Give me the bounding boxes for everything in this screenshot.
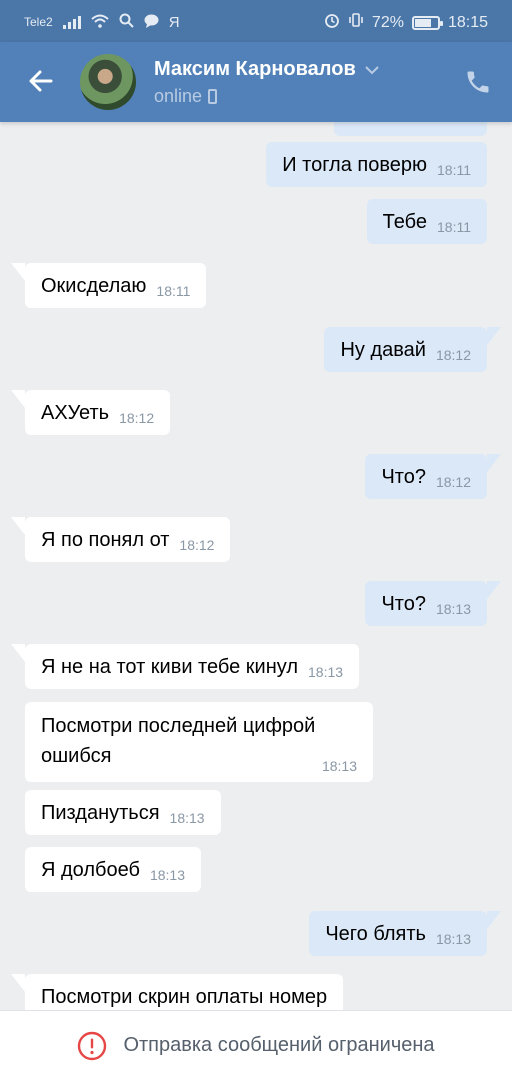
message-text: Я не на тот киви тебе кинул [41,656,299,678]
message-outgoing[interactable]: Чего блять 18:13 [309,911,501,956]
message-outgoing[interactable]: Что? 18:13 [365,581,501,626]
chat-header: Максим Карновалов online [0,42,512,122]
bubble-tail [11,263,25,281]
message-bubble: Я долбоеб 18:13 [25,847,202,892]
message-bubble: АХУеть 18:12 [11,390,171,435]
message-text: Ну давай [340,339,426,361]
back-arrow-icon[interactable] [24,64,58,98]
message-time: 18:13 [435,601,471,617]
battery-icon [411,15,443,30]
bubble-tail [11,390,25,408]
message-time: 18:13 [321,758,357,774]
status-bar: Tele2 Я 72% 18:15 [0,0,512,42]
message-outgoing[interactable]: Что? 18:12 [365,454,501,499]
phone-call-icon[interactable] [464,68,492,96]
yandex-label: Я [168,13,180,31]
battery-percent: 72% [371,13,404,31]
message-incoming[interactable]: Пиздануться 18:13 [25,790,221,835]
message-outgoing[interactable]: Тебе 18:11 [366,199,487,244]
message-bubble [334,122,487,136]
message-time: 18:12 [435,474,471,490]
avatar[interactable] [80,54,136,110]
chevron-down-icon [365,65,379,74]
bubble-tail [487,327,501,345]
message-incoming[interactable]: Посмотри последней цифрой ошибся 18:13 [25,702,373,782]
message-bubble: Посмотри последней цифрой ошибся 18:13 [25,702,373,782]
alert-circle-icon [78,1031,107,1060]
message-list[interactable]: И тогла поверю 18:11 Тебе 18:11 Окисделаю 1… [0,122,512,1010]
message-time: 18:13 [169,810,205,826]
bubble-tail [11,974,25,992]
contact-name-row[interactable]: Максим Карновалов [154,58,380,81]
bubble-tail [11,517,25,535]
message-text: Что? [381,466,426,488]
bubble-tail [11,644,25,662]
message-text: Посмотри скрин оплаты номер [41,986,328,1008]
wifi-icon [91,14,109,31]
mobile-device-icon [208,89,218,104]
message-incoming[interactable]: Окисделаю 18:11 [11,263,207,308]
message-bubble: Тебе 18:11 [366,199,487,244]
message-bubble: Я по понял от 18:12 [11,517,231,562]
status-left: Tele2 Я [24,13,180,31]
message-bubble: Посмотри скрин оплаты номер [11,974,344,1010]
vibrate-icon [348,12,364,33]
message-bubble: Пиздануться 18:13 [25,790,221,835]
status-right: 72% 18:15 [324,12,488,33]
message-time: 18:13 [435,931,471,947]
bubble-tail [487,581,501,599]
search-icon [119,13,134,31]
chat-bubble-icon [144,14,159,31]
message-text: Чего блять [325,923,426,945]
message-text: Тебе [382,211,427,233]
message-bubble: Окисделаю 18:11 [11,263,207,308]
message-text: Что? [381,593,426,615]
message-time: 18:13 [149,867,186,883]
message-text: И тогла поверю [282,154,427,176]
message-time: 18:11 [437,219,471,235]
message-time: 18:12 [435,347,471,363]
message-outgoing[interactable]: И тогла поверю 18:11 [266,142,487,187]
message-bubble: Что? 18:13 [365,581,501,626]
message-incoming[interactable]: Я по понял от 18:12 [11,517,231,562]
message-text: АХУеть [41,402,110,424]
online-status: online [154,86,203,106]
message-time: 18:12 [119,410,155,426]
signal-icon [62,15,81,29]
bubble-tail [487,454,501,472]
bubble-tail [487,911,501,929]
message-text: Посмотри последней цифрой ошибся [41,715,316,767]
contact-name: Максим Карновалов [154,58,356,80]
message-incoming[interactable]: Я долбоеб 18:13 [25,847,202,892]
message-bubble: И тогла поверю 18:11 [266,142,487,187]
message-time: 18:13 [308,664,344,680]
message-text: Пиздануться [41,802,160,824]
restriction-message: Отправка сообщений ограничена [123,1034,435,1056]
message-outgoing[interactable]: Ну давай 18:12 [324,327,501,372]
message-incoming[interactable]: АХУеть 18:12 [11,390,171,435]
message-time: 18:11 [437,162,471,178]
message-partial-top [334,122,487,142]
message-incoming[interactable]: Я не на тот киви тебе кинул 18:13 [11,644,360,689]
message-time: 18:12 [179,537,215,553]
contact-status: online [154,86,218,107]
message-text: Я долбоеб [41,859,140,881]
message-text: Я по понял от [41,529,170,551]
clock: 18:15 [447,13,488,31]
carrier-label: Tele2 [24,15,53,29]
message-bubble: Что? 18:12 [365,454,501,499]
alarm-icon [324,12,340,33]
message-time: 18:11 [156,283,191,299]
message-bubble: Я не на тот киви тебе кинул 18:13 [11,644,360,689]
restriction-bar: Отправка сообщений ограничена [0,1010,512,1080]
message-text: Окисделаю [41,275,147,297]
battery-fill [414,18,431,27]
message-incoming[interactable]: Посмотри скрин оплаты номер [11,974,344,1010]
message-bubble: Ну давай 18:12 [324,327,501,372]
message-bubble: Чего блять 18:13 [309,911,501,956]
